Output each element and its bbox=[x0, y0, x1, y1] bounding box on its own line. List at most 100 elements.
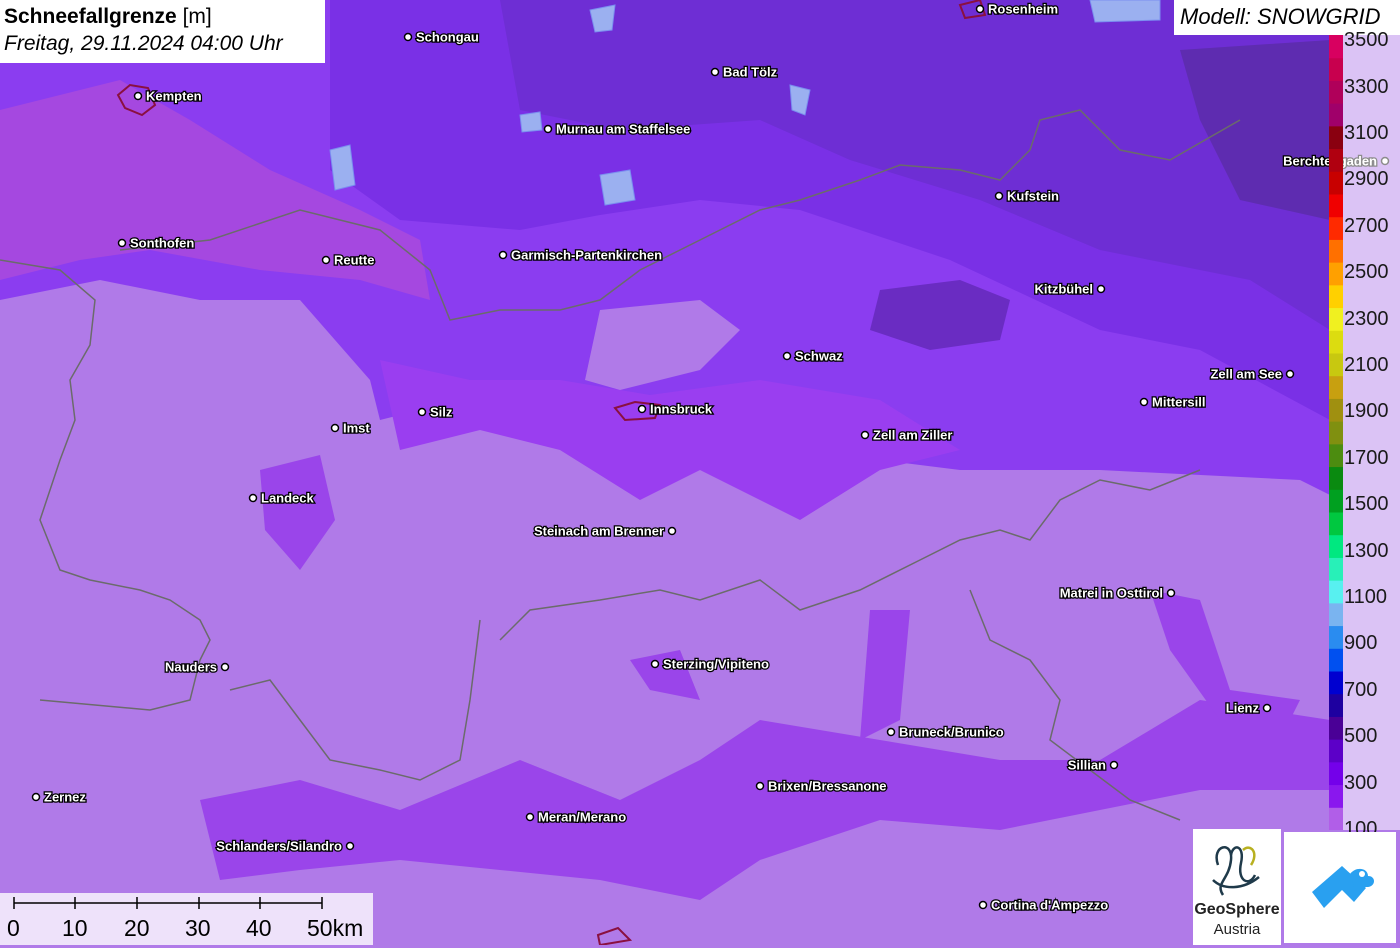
color-legend: 100 300 500 700 900 1100 1300 1500 1700 1900 2100 2… bbox=[1329, 30, 1400, 839]
legend-label: 300 bbox=[1344, 771, 1378, 794]
place-marker[interactable]: Steinach am Brenner bbox=[533, 522, 677, 540]
legend-swatch bbox=[1329, 375, 1343, 399]
scale-label: 10 bbox=[62, 915, 88, 941]
legend-swatch bbox=[1329, 557, 1343, 581]
legend-color-bar bbox=[1329, 35, 1343, 830]
legend-label: 1500 bbox=[1344, 493, 1389, 516]
legend-label: 2300 bbox=[1344, 307, 1389, 330]
place-marker[interactable]: Zell am See bbox=[1209, 365, 1295, 383]
legend-swatch bbox=[1329, 353, 1343, 377]
place-dot bbox=[321, 255, 331, 265]
map-title-unit: [m] bbox=[182, 5, 212, 28]
place-marker[interactable]: Meran/Merano bbox=[525, 808, 627, 826]
legend-swatch bbox=[1329, 512, 1343, 536]
geosphere-swirl-icon bbox=[1212, 846, 1260, 896]
legend-label: 1900 bbox=[1344, 400, 1389, 423]
place-dot bbox=[345, 841, 355, 851]
scale-bar: 0 10 20 30 40 50km bbox=[0, 893, 373, 945]
geosphere-logo[interactable]: GeoSphere Austria bbox=[1193, 829, 1281, 945]
place-marker[interactable]: Bruneck/Brunico bbox=[886, 723, 1005, 741]
place-label: Zernez bbox=[44, 790, 86, 805]
place-label: Mittersill bbox=[1152, 395, 1205, 410]
place-dot bbox=[1285, 369, 1295, 379]
place-label: Sillian bbox=[1068, 758, 1106, 773]
legend-swatch bbox=[1329, 307, 1343, 331]
scale-label: 50km bbox=[307, 915, 364, 941]
place-dot bbox=[525, 812, 535, 822]
scale-label: 20 bbox=[124, 915, 150, 941]
legend-swatch bbox=[1329, 171, 1343, 195]
legend-swatch bbox=[1329, 35, 1343, 59]
legend-swatch bbox=[1329, 534, 1343, 558]
legend-label: 3500 bbox=[1344, 29, 1389, 52]
legend-label: 1100 bbox=[1344, 586, 1388, 608]
legend-swatch bbox=[1329, 784, 1343, 808]
legend-swatch bbox=[1329, 580, 1343, 604]
place-dot bbox=[978, 900, 988, 910]
place-dot bbox=[1166, 588, 1176, 598]
legend-label: 3300 bbox=[1344, 75, 1389, 98]
legend-swatch bbox=[1329, 398, 1343, 422]
place-label: Imst bbox=[343, 421, 370, 436]
legend-swatch bbox=[1329, 716, 1343, 740]
legend-swatch bbox=[1329, 761, 1343, 786]
place-dot bbox=[860, 430, 870, 440]
legend-swatch bbox=[1329, 466, 1343, 490]
place-label: Nauders bbox=[165, 660, 217, 675]
place-dot bbox=[1262, 703, 1272, 713]
place-label: Cortina d'Ampezzo bbox=[991, 898, 1108, 913]
place-dot bbox=[975, 4, 985, 14]
place-label: Kempten bbox=[146, 89, 202, 104]
legend-label: 900 bbox=[1344, 632, 1378, 655]
place-label: Matrei in Osttirol bbox=[1060, 586, 1163, 601]
place-label: Brixen/Bressanone bbox=[768, 779, 887, 794]
place-dot bbox=[133, 91, 143, 101]
place-marker[interactable]: Schlanders/Silandro bbox=[215, 837, 355, 855]
place-label: Zell am Ziller bbox=[873, 428, 952, 443]
legend-swatch bbox=[1329, 625, 1343, 649]
place-dot bbox=[403, 32, 413, 42]
geosphere-sub: Austria bbox=[1213, 921, 1261, 938]
map-title-box: Schneefallgrenze [m] Freitag, 29.11.2024… bbox=[0, 0, 325, 63]
legend-label: 2100 bbox=[1344, 354, 1389, 376]
legend-swatch bbox=[1329, 125, 1343, 150]
legend-swatch bbox=[1329, 807, 1343, 830]
legend-swatch bbox=[1329, 330, 1343, 354]
place-dot bbox=[886, 727, 896, 737]
legend-swatch bbox=[1329, 602, 1343, 627]
place-marker[interactable]: Garmisch-Partenkirchen bbox=[498, 246, 663, 264]
place-marker[interactable]: Schongau bbox=[403, 28, 480, 46]
lake bbox=[519, 111, 543, 133]
place-marker[interactable]: Brixen/Bressanone bbox=[755, 777, 888, 795]
scale-label: 30 bbox=[185, 915, 211, 941]
legend-label: 3100 bbox=[1344, 122, 1389, 144]
place-label: Schongau bbox=[416, 30, 479, 45]
place-label: Schwaz bbox=[795, 349, 843, 364]
place-marker[interactable]: Zell am Ziller bbox=[860, 426, 954, 444]
place-marker[interactable]: Rosenheim bbox=[975, 0, 1059, 18]
snowgrid-logo[interactable] bbox=[1284, 832, 1396, 943]
place-dot bbox=[710, 67, 720, 77]
place-dot bbox=[117, 238, 127, 248]
place-dot bbox=[417, 407, 427, 417]
place-label: Steinach am Brenner bbox=[534, 524, 664, 539]
lake bbox=[599, 169, 636, 206]
place-marker[interactable]: Cortina d'Ampezzo bbox=[978, 896, 1110, 914]
place-marker[interactable]: Sonthofen bbox=[117, 234, 196, 252]
place-marker[interactable]: Sterzing/Vipiteno bbox=[650, 655, 770, 673]
place-label: Kufstein bbox=[1007, 189, 1059, 204]
place-dot bbox=[220, 662, 230, 672]
place-label: Meran/Merano bbox=[538, 810, 626, 825]
legend-label: 2500 bbox=[1344, 261, 1389, 284]
place-label: Sterzing/Vipiteno bbox=[663, 657, 769, 672]
place-marker[interactable]: Matrei in Osttirol bbox=[1058, 584, 1176, 602]
legend-swatch bbox=[1329, 284, 1343, 309]
legend-swatch bbox=[1329, 148, 1343, 172]
place-dot bbox=[248, 493, 258, 503]
place-marker[interactable]: Murnau am Staffelsee bbox=[543, 120, 692, 138]
snowfall-line-map[interactable]: Rosenheim Schongau Kempten Bad Tölz Murnau a… bbox=[0, 0, 1400, 945]
place-label: Zell am See bbox=[1210, 367, 1282, 382]
place-dot bbox=[543, 124, 553, 134]
place-dot bbox=[330, 423, 340, 433]
place-marker[interactable]: Innsbruck bbox=[637, 400, 714, 418]
